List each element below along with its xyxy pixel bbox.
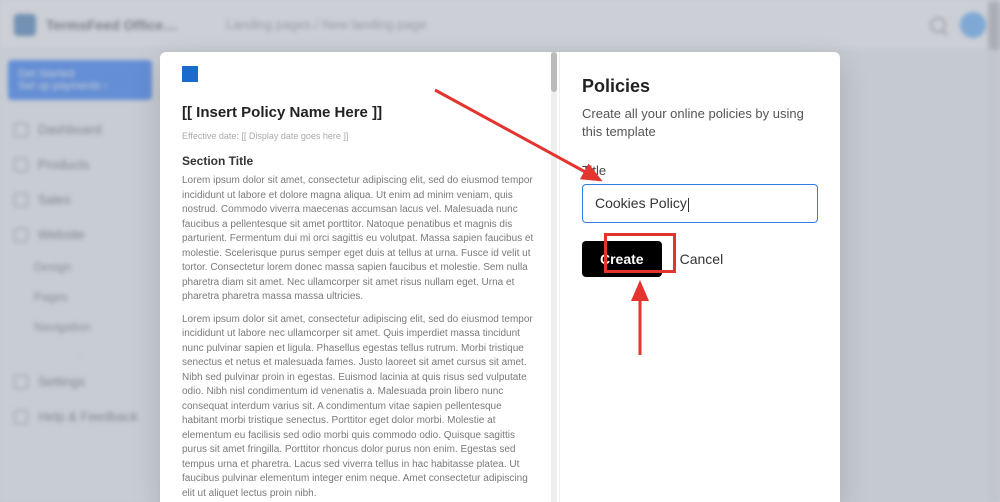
text-cursor (688, 198, 689, 212)
doc-title: [[ Insert Policy Name Here ]] (182, 102, 537, 124)
preview-logo-icon (182, 66, 198, 82)
modal: [[ Insert Policy Name Here ]] Effective … (160, 52, 840, 502)
lorem-paragraph: Lorem ipsum dolor sit amet, consectetur … (182, 313, 537, 502)
lorem-paragraph: Lorem ipsum dolor sit amet, consectetur … (182, 174, 537, 305)
doc-meta: Effective date: [[ Display date goes her… (182, 130, 537, 143)
create-button[interactable]: Create (582, 241, 662, 277)
form-description: Create all your online policies by using… (582, 105, 818, 141)
modal-overlay: [[ Insert Policy Name Here ]] Effective … (0, 0, 1000, 502)
form-heading: Policies (582, 76, 818, 97)
title-label: Title (582, 163, 818, 178)
title-input-value: Cookies Policy (595, 195, 687, 211)
preview-pane: [[ Insert Policy Name Here ]] Effective … (160, 52, 560, 502)
section-title: Section Title (182, 153, 537, 170)
cancel-button[interactable]: Cancel (680, 251, 724, 267)
form-pane: Policies Create all your online policies… (560, 52, 840, 502)
title-input[interactable]: Cookies Policy (582, 184, 818, 222)
preview-scrollbar-thumb[interactable] (551, 52, 557, 92)
preview-scrollbar[interactable] (551, 52, 557, 502)
